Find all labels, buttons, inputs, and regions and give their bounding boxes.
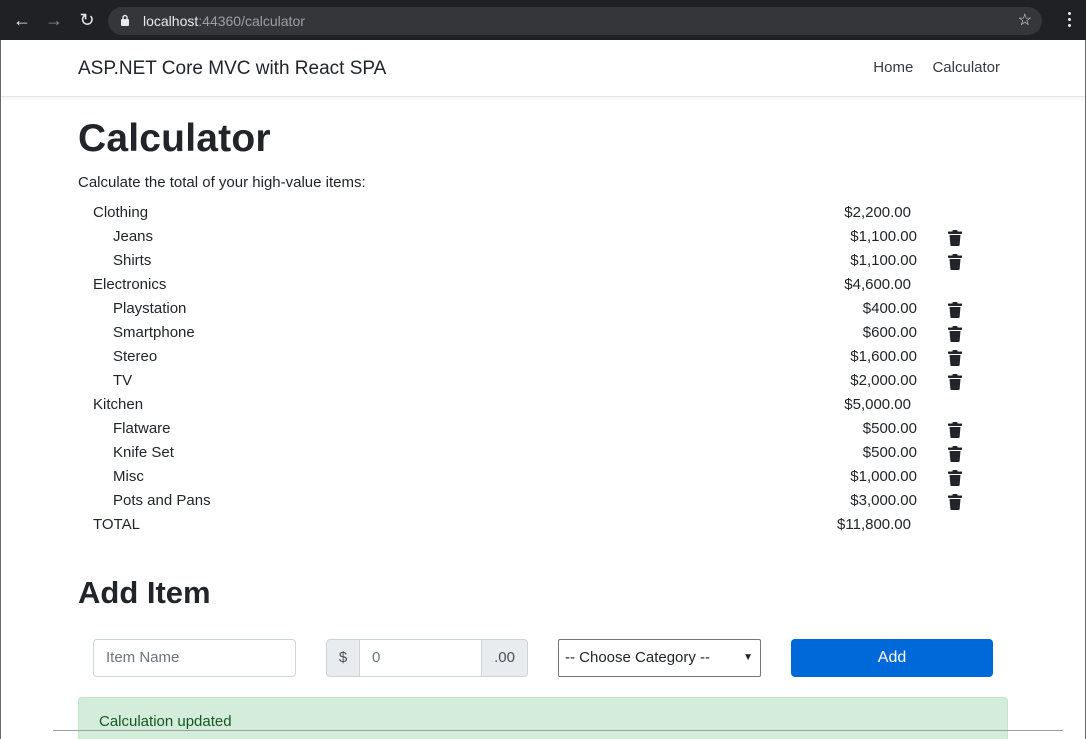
page-title: Calculator: [78, 117, 271, 160]
nav-calculator[interactable]: Calculator: [932, 59, 1000, 76]
browser-toolbar: ← → ↻ localhost:44360/calculator ☆: [0, 0, 1086, 40]
address-bar[interactable]: localhost:44360/calculator ☆: [108, 7, 1042, 35]
item-name: Pots and Pans: [113, 492, 211, 509]
item-row-smartphone: Smartphone $600.00: [78, 321, 1008, 345]
item-row-tv: TV $2,000.00: [78, 369, 1008, 393]
category-select-value: -- Choose Category --: [565, 649, 711, 666]
status-alert: Calculation updated: [78, 697, 1008, 739]
item-name: Flatware: [113, 420, 171, 437]
item-name: Smartphone: [113, 324, 195, 341]
category-row-clothing: Clothing $2,200.00: [78, 201, 1008, 225]
url-host: localhost: [143, 13, 199, 29]
item-amount: $600.00: [862, 324, 917, 341]
trash-icon[interactable]: [948, 254, 962, 270]
trash-icon[interactable]: [948, 446, 962, 462]
url-text: localhost:44360/calculator: [143, 13, 305, 29]
item-amount: $1,000.00: [850, 468, 917, 485]
add-item-heading: Add Item: [78, 575, 211, 610]
total-amount: $11,800.00: [837, 516, 911, 533]
category-amount: $2,200.00: [844, 204, 911, 221]
category-amount: $5,000.00: [844, 396, 911, 413]
total-label: TOTAL: [93, 516, 140, 533]
item-name: Stereo: [113, 348, 158, 365]
item-row-playstation: Playstation $400.00: [78, 297, 1008, 321]
reload-icon[interactable]: ↻: [77, 10, 97, 30]
item-row-flatware: Flatware $500.00: [78, 417, 1008, 441]
item-row-misc: Misc $1,000.00: [78, 465, 1008, 489]
item-amount: $500.00: [862, 444, 917, 461]
page: ASP.NET Core MVC with React SPA Home Cal…: [0, 40, 1086, 739]
category-row-kitchen: Kitchen $5,000.00: [78, 393, 1008, 417]
item-name: Knife Set: [113, 444, 174, 461]
forward-icon[interactable]: →: [44, 10, 64, 30]
item-amount: $1,100.00: [850, 252, 917, 269]
item-name: Jeans: [113, 228, 154, 245]
category-row-electronics: Electronics $4,600.00: [78, 273, 1008, 297]
category-amount: $4,600.00: [844, 276, 911, 293]
add-button[interactable]: Add: [791, 639, 993, 677]
item-amount: $1,100.00: [850, 228, 917, 245]
trash-icon[interactable]: [948, 494, 962, 510]
trash-icon[interactable]: [948, 374, 962, 390]
item-name-input[interactable]: Item Name: [93, 639, 296, 677]
brand-link[interactable]: ASP.NET Core MVC with React SPA: [78, 58, 386, 80]
amount-input[interactable]: 0: [359, 639, 482, 677]
cents-suffix: .00: [481, 639, 528, 677]
item-amount: $3,000.00: [850, 492, 917, 509]
trash-icon[interactable]: [948, 302, 962, 318]
category-name: Clothing: [93, 204, 149, 221]
footer-divider: [53, 730, 1063, 731]
trash-icon[interactable]: [948, 350, 962, 366]
category-select[interactable]: -- Choose Category -- ▼: [558, 639, 761, 677]
add-item-form: Item Name $ 0 .00 -- Choose Category -- …: [93, 639, 1008, 677]
item-amount: $1,600.00: [850, 348, 917, 365]
url-path: :44360/calculator: [198, 13, 305, 29]
category-name: Kitchen: [93, 396, 144, 413]
lock-icon: [121, 14, 129, 26]
main-content: Calculator Calculate the total of your h…: [78, 117, 1008, 739]
page-subtitle: Calculate the total of your high-value i…: [78, 174, 366, 191]
currency-prefix: $: [326, 639, 360, 677]
nav-home[interactable]: Home: [873, 59, 913, 76]
item-name: Shirts: [113, 252, 152, 269]
total-row: TOTAL $11,800.00: [78, 513, 1008, 537]
trash-icon[interactable]: [948, 470, 962, 486]
trash-icon[interactable]: [948, 422, 962, 438]
trash-icon[interactable]: [948, 326, 962, 342]
item-name: Misc: [113, 468, 144, 485]
menu-icon[interactable]: [1066, 10, 1072, 30]
item-row-knife-set: Knife Set $500.00: [78, 441, 1008, 465]
item-row-jeans: Jeans $1,100.00: [78, 225, 1008, 249]
back-icon[interactable]: ←: [12, 10, 32, 30]
item-name: Playstation: [113, 300, 187, 317]
trash-icon[interactable]: [948, 230, 962, 246]
items-list: Clothing $2,200.00 Jeans $1,100.00 Shirt…: [78, 201, 1008, 537]
item-row-stereo: Stereo $1,600.00: [78, 345, 1008, 369]
chevron-down-icon: ▼: [743, 652, 753, 663]
amount-input-group: $ 0 .00: [326, 639, 528, 677]
navbar: ASP.NET Core MVC with React SPA Home Cal…: [1, 40, 1085, 97]
category-name: Electronics: [93, 276, 167, 293]
nav-links: Home Calculator: [858, 59, 1000, 77]
item-name: TV: [113, 372, 133, 389]
item-row-pots-and-pans: Pots and Pans $3,000.00: [78, 489, 1008, 513]
star-icon[interactable]: ☆: [1018, 11, 1032, 31]
item-amount: $500.00: [862, 420, 917, 437]
item-amount: $2,000.00: [850, 372, 917, 389]
item-amount: $400.00: [862, 300, 917, 317]
item-row-shirts: Shirts $1,100.00: [78, 249, 1008, 273]
